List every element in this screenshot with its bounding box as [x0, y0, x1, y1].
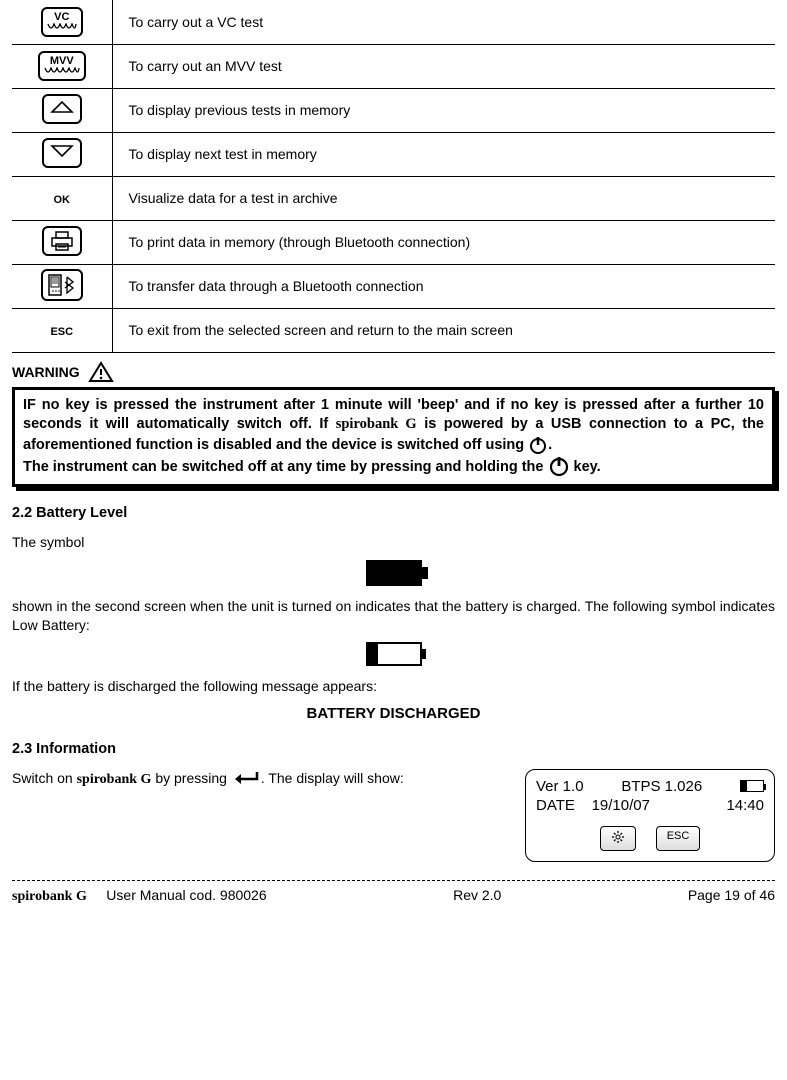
section-2-2-title: 2.2 Battery Level — [12, 505, 775, 521]
battery-para-1: The symbol — [12, 533, 775, 552]
lcd-time: 14:40 — [726, 797, 764, 814]
printer-icon — [42, 226, 82, 256]
battery-discharged-msg: BATTERY DISCHARGED — [12, 704, 775, 724]
info-paragraph: Switch on spirobank G by pressing . The … — [12, 769, 513, 790]
up-arrow-icon — [42, 94, 82, 124]
battery-para-3: If the battery is discharged the followi… — [12, 677, 775, 696]
vc-icon: VC — [41, 7, 83, 37]
down-arrow-icon — [42, 138, 82, 168]
footer-page: Page 19 of 46 — [688, 887, 775, 905]
footer-manual: User Manual cod. 980026 — [106, 887, 266, 903]
lcd-date-value: 19/10/07 — [592, 797, 650, 814]
row-desc: To carry out an MVV test — [129, 58, 282, 74]
warning-box: IF no key is pressed the instrument afte… — [12, 387, 775, 487]
warning-header: WARNING — [12, 361, 775, 383]
lcd-esc-button: ESC — [656, 826, 701, 851]
table-row: To display previous tests in memory — [12, 88, 775, 132]
bluetooth-transfer-icon — [41, 269, 83, 301]
row-desc: To transfer data through a Bluetooth con… — [129, 278, 424, 294]
footer-rev: Rev 2.0 — [453, 887, 501, 905]
table-row: To print data in memory (through Bluetoo… — [12, 220, 775, 264]
table-row: VC To carry out a VC test — [12, 0, 775, 44]
battery-low-icon — [366, 642, 422, 666]
table-row: ESC To exit from the selected screen and… — [12, 308, 775, 352]
section-2-3-title: 2.3 Information — [12, 741, 775, 757]
enter-key-icon — [231, 770, 261, 786]
battery-para-2: shown in the second screen when the unit… — [12, 597, 775, 635]
row-desc: Visualize data for a test in archive — [129, 190, 338, 206]
warning-icon — [88, 361, 114, 383]
row-desc: To carry out a VC test — [129, 14, 264, 30]
table-row: To display next test in memory — [12, 132, 775, 176]
function-table: VC To carry out a VC test MVV To carry o… — [12, 0, 775, 353]
warning-label: WARNING — [12, 364, 80, 380]
lcd-btps: BTPS 1.026 — [621, 778, 702, 795]
lcd-version: Ver 1.0 — [536, 778, 584, 795]
row-desc: To print data in memory (through Bluetoo… — [129, 234, 471, 250]
row-desc: To exit from the selected screen and ret… — [129, 322, 513, 338]
footer-product: spirobank G — [12, 889, 87, 904]
table-row: MVV To carry out an MVV test — [12, 44, 775, 88]
power-icon — [528, 437, 548, 453]
table-row: To transfer data through a Bluetooth con… — [12, 264, 775, 308]
lcd-display: Ver 1.0 BTPS 1.026 DATE 19/10/07 14:40 E… — [525, 769, 775, 862]
lcd-date-label: DATE — [536, 797, 575, 814]
battery-full-icon — [366, 560, 422, 586]
lcd-battery-icon — [740, 780, 764, 792]
mvv-icon: MVV — [38, 51, 86, 81]
ok-icon: OK — [54, 194, 71, 206]
row-desc: To display previous tests in memory — [129, 102, 351, 118]
row-desc: To display next test in memory — [129, 146, 317, 162]
table-row: OK Visualize data for a test in archive — [12, 176, 775, 220]
power-icon — [548, 459, 570, 475]
lcd-settings-button — [600, 826, 636, 851]
page-footer: spirobank G User Manual cod. 980026 Rev … — [12, 881, 775, 909]
esc-icon: ESC — [50, 326, 73, 338]
